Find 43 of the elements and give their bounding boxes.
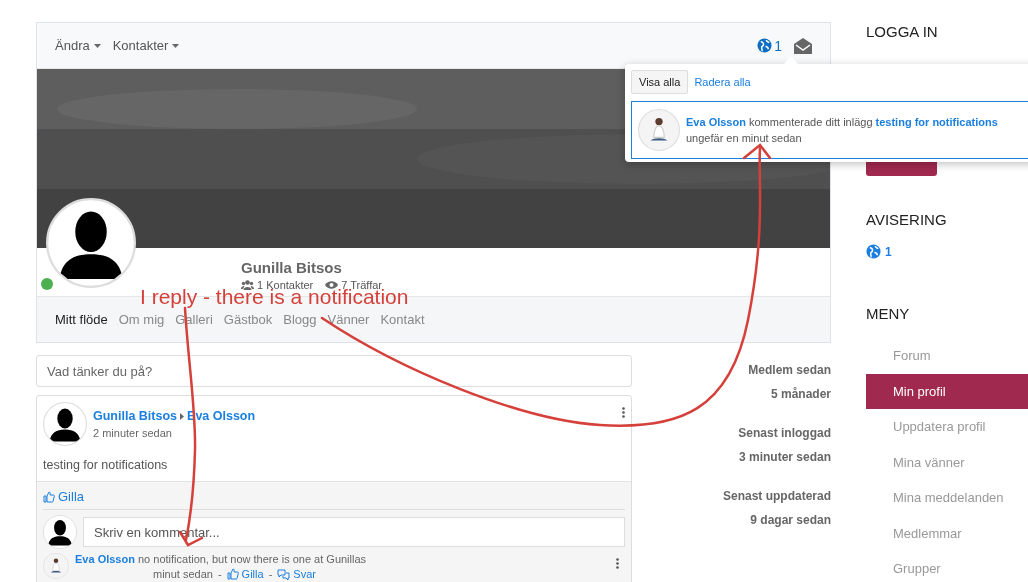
separator: - <box>217 568 222 580</box>
show-all-button[interactable]: Visa alla <box>631 70 689 94</box>
section-heading: MENY <box>866 305 911 322</box>
like-button[interactable]: Gilla <box>43 489 84 504</box>
notification-count[interactable]: 1 <box>885 244 892 259</box>
profile-tab[interactable]: Kontakt <box>380 312 425 327</box>
menu-item[interactable]: Grupper <box>866 551 1028 582</box>
section-heading: AVISERING <box>866 211 948 228</box>
post-text: testing for notifications <box>42 457 169 474</box>
notification-time: ungefär en minut sedan <box>686 131 803 146</box>
stat-label: Senast uppdaterad <box>722 489 831 503</box>
notification-item[interactable]: Eva Olsson kommenterade ditt inlägg testing for notifications ungefär en minut sedan <box>631 101 1028 159</box>
stat-value: 5 månader <box>770 387 831 401</box>
section-heading: LOGGA IN <box>866 23 939 40</box>
menu-item[interactable]: Forum <box>866 338 1028 374</box>
comment-text: Eva Olsson no notification, but now there is one at Gunillas <box>75 553 367 566</box>
menu-item[interactable]: Mina meddelanden <box>866 480 1028 516</box>
status-input[interactable]: Vad tänker du på? <box>36 355 632 387</box>
menu-item[interactable]: Min profil <box>866 373 1028 409</box>
comment-time: minut sedan <box>152 568 213 580</box>
notification-count[interactable]: 1 <box>774 37 782 54</box>
profile-tab[interactable]: Vänner <box>327 312 370 327</box>
stat-label: Medlem sedan <box>748 363 831 377</box>
profile-tab[interactable]: Om mig <box>118 312 165 327</box>
post-time: 2 minuter sedan <box>93 427 173 439</box>
stat-label: Senast inloggad <box>738 426 831 440</box>
notification-text: Eva Olsson kommenterade ditt inlägg testing for notifications <box>686 115 998 130</box>
like-button[interactable]: Gilla <box>226 568 264 580</box>
profile-tab[interactable]: Blogg <box>283 312 317 327</box>
profile-tab[interactable]: Mitt flöde <box>55 312 108 327</box>
dropdown-menu[interactable]: Kontakter <box>112 38 180 53</box>
clear-all-link[interactable]: Radera alla <box>692 76 751 88</box>
menu-item[interactable]: Medlemmar <box>866 515 1028 551</box>
menu-item[interactable]: Mina vänner <box>866 444 1028 480</box>
menu-item[interactable]: Uppdatera profil <box>866 409 1028 445</box>
profile-name: Gunilla Bitsos <box>241 259 343 276</box>
author-link[interactable]: Gunilla Bitsos <box>93 409 178 423</box>
stat-value: 3 minuter sedan <box>738 450 831 464</box>
dropdown-menu[interactable]: Ändra <box>55 38 101 53</box>
reply-button[interactable]: Svar <box>277 568 316 580</box>
profile-tab[interactable]: Gästbok <box>223 312 273 327</box>
separator: - <box>268 568 273 580</box>
stat-value: 9 dagar sedan <box>750 513 831 527</box>
